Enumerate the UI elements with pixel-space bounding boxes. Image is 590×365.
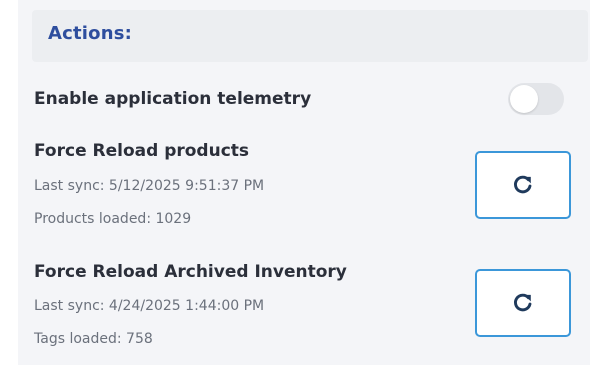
telemetry-toggle[interactable] (508, 83, 564, 115)
force-reload-archived-label: Force Reload Archived Inventory (34, 262, 347, 282)
products-loaded-count: Products loaded: 1029 (34, 211, 192, 227)
telemetry-label: Enable application telemetry (34, 89, 312, 109)
reload-products-button[interactable] (475, 151, 571, 219)
toggle-knob (510, 85, 538, 113)
refresh-icon (514, 175, 532, 194)
archived-last-sync: Last sync: 4/24/2025 1:44:00 PM (34, 298, 265, 314)
refresh-icon (514, 293, 532, 312)
force-reload-products-label: Force Reload products (34, 141, 250, 161)
settings-window: Actions: Enable application telemetry Fo… (0, 0, 590, 365)
actions-title: Actions: (48, 23, 133, 44)
tags-loaded-count: Tags loaded: 758 (34, 331, 153, 347)
products-last-sync: Last sync: 5/12/2025 9:51:37 PM (34, 178, 265, 194)
actions-section-header: Actions: (32, 10, 588, 62)
actions-panel: Actions: Enable application telemetry Fo… (18, 0, 590, 365)
reload-archived-inventory-button[interactable] (475, 269, 571, 337)
